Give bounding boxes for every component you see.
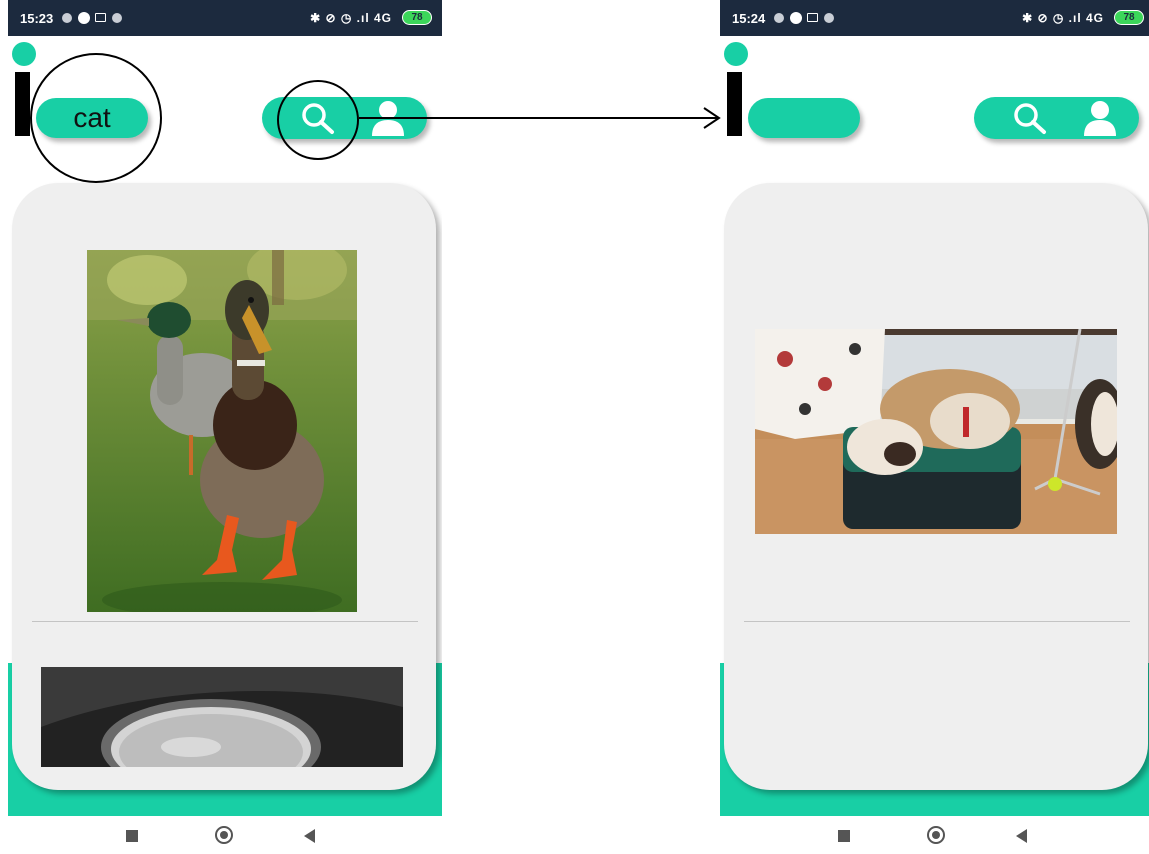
- annotation-arrow: [359, 107, 721, 129]
